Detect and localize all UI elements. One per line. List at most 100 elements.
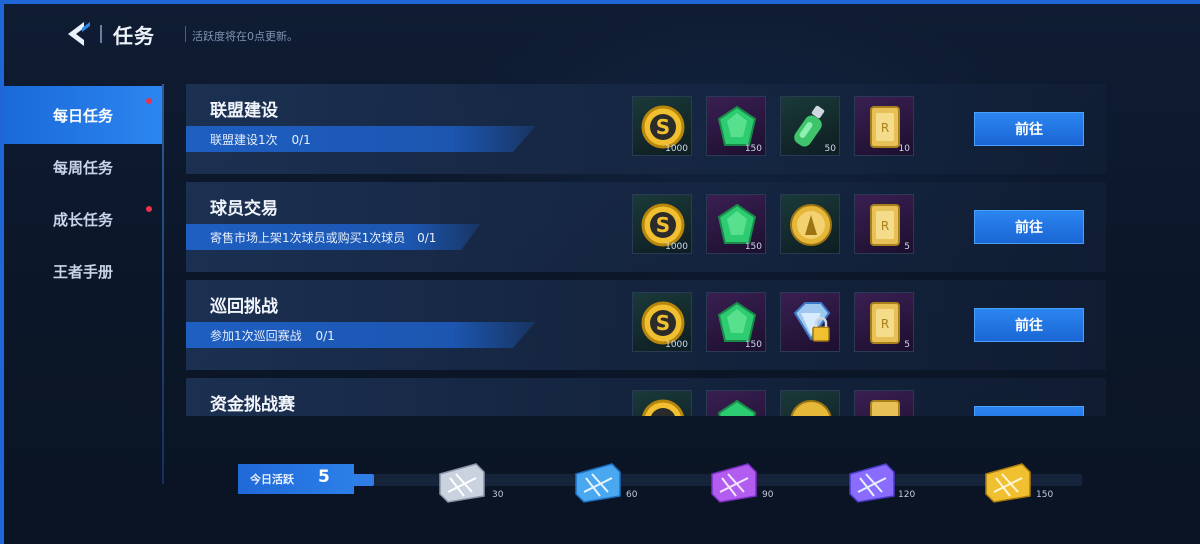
activity-chest[interactable]: [572, 458, 624, 504]
svg-text:S: S: [656, 115, 670, 139]
task-name: 资金挑战赛: [210, 395, 295, 415]
activity-chest[interactable]: [708, 458, 760, 504]
gold-card-icon: R: [870, 204, 900, 246]
task-row: 巡回挑战 参加1次巡回赛战 0/1 S 1000 150 R 5 前往: [186, 280, 1106, 370]
reward-item[interactable]: 150: [706, 292, 766, 352]
go-button[interactable]: [974, 406, 1084, 416]
task-progress: 0/1: [291, 133, 311, 147]
svg-text:S: S: [656, 213, 670, 237]
reward-item[interactable]: R 5: [854, 292, 914, 352]
chest-threshold: 150: [1036, 490, 1054, 500]
reward-list: [632, 390, 914, 416]
task-list[interactable]: 联盟建设 联盟建设1次 0/1 S 1000 150 50 R 10 前往 球员…: [186, 84, 1106, 416]
today-activity-value: 5: [318, 467, 330, 487]
task-name: 巡回挑战: [210, 297, 278, 317]
reward-item[interactable]: [632, 390, 692, 416]
header-separator: [100, 25, 102, 43]
reward-qty: 5: [904, 340, 910, 350]
activity-fill: [352, 474, 374, 486]
reward-item[interactable]: 50: [780, 96, 840, 156]
reward-item[interactable]: [854, 390, 914, 416]
task-desc: 联盟建设1次 0/1: [210, 131, 311, 148]
reward-item[interactable]: 150: [706, 96, 766, 156]
task-desc-text: 参加1次巡回赛战: [210, 329, 302, 343]
sidebar-divider: [162, 84, 164, 484]
reward-list: S 1000 150 R 5: [632, 292, 914, 354]
chest-icon: [711, 463, 757, 503]
reward-item[interactable]: R 10: [854, 96, 914, 156]
reward-item[interactable]: 150: [706, 194, 766, 254]
reward-list: S 1000 150 R 5: [632, 194, 914, 256]
reward-item[interactable]: S 1000: [632, 292, 692, 352]
activity-chest[interactable]: [846, 458, 898, 504]
back-button[interactable]: [62, 20, 92, 48]
gold-coin-icon: [642, 399, 684, 416]
reward-qty: 150: [744, 242, 762, 252]
page-title: 任务: [113, 24, 155, 48]
green-gem-icon: [717, 399, 757, 416]
reward-item[interactable]: R 5: [854, 194, 914, 254]
chest-icon: [575, 463, 621, 503]
sidebar-item-weekly-tasks[interactable]: 每周任务: [4, 138, 162, 196]
activity-chest[interactable]: [982, 458, 1034, 504]
reward-item[interactable]: S 1000: [632, 194, 692, 254]
sidebar-item-daily-tasks[interactable]: 每日任务: [4, 86, 162, 144]
task-desc: 寄售市场上架1次球员或购买1次球员 0/1: [210, 229, 436, 246]
reward-qty: 150: [744, 144, 762, 154]
gold-medal-icon: [790, 400, 832, 416]
reward-qty: 1000: [665, 340, 688, 350]
reward-list: S 1000 150 50 R 10: [632, 96, 914, 158]
sidebar-item-label: 成长任务: [52, 210, 113, 229]
task-progress: 0/1: [315, 329, 335, 343]
notification-dot: [146, 98, 152, 104]
go-button[interactable]: 前往: [974, 112, 1084, 146]
svg-text:R: R: [881, 219, 889, 233]
chest-threshold: 60: [626, 490, 638, 500]
gold-card-icon: [870, 400, 900, 416]
reward-qty: 10: [898, 144, 910, 154]
chest-threshold: 30: [492, 490, 504, 500]
header: 任务 活跃度将在0点更新。: [0, 0, 1200, 70]
task-desc-text: 联盟建设1次: [210, 133, 278, 147]
reward-qty: 50: [824, 144, 836, 154]
gold-card-icon: R: [870, 302, 900, 344]
sidebar-item-label: 每日任务: [52, 106, 113, 125]
go-button[interactable]: 前往: [974, 308, 1084, 342]
reward-item[interactable]: [780, 194, 840, 254]
task-row: 球员交易 寄售市场上架1次球员或购买1次球员 0/1 S 1000 150 R …: [186, 182, 1106, 272]
task-name: 联盟建设: [210, 101, 278, 121]
back-arrow-icon: [68, 22, 90, 46]
task-row: 联盟建设 联盟建设1次 0/1 S 1000 150 50 R 10 前往: [186, 84, 1106, 174]
notification-dot: [146, 206, 152, 212]
reward-item[interactable]: [706, 390, 766, 416]
task-desc-text: 寄售市场上架1次球员或购买1次球员: [210, 231, 406, 245]
chest-threshold: 90: [762, 490, 774, 500]
reward-qty: 150: [744, 340, 762, 350]
sidebar-item-growth-tasks[interactable]: 成长任务: [4, 190, 162, 248]
task-name: 球员交易: [210, 199, 278, 219]
task-row: 资金挑战赛: [186, 378, 1106, 416]
header-separator: [185, 26, 186, 42]
activity-chest[interactable]: [436, 458, 488, 504]
svg-text:S: S: [656, 311, 670, 335]
chest-icon: [439, 463, 485, 503]
svg-text:R: R: [881, 317, 889, 331]
reward-item[interactable]: [780, 292, 840, 352]
sidebar-item-label: 王者手册: [52, 262, 113, 281]
task-progress: 0/1: [417, 231, 437, 245]
reward-qty: 5: [904, 242, 910, 252]
chest-icon: [985, 463, 1031, 503]
go-button[interactable]: 前往: [974, 210, 1084, 244]
activity-progress: 今日活跃 5 30 60 90 120 150: [232, 444, 1104, 520]
refresh-note: 活跃度将在0点更新。: [192, 30, 298, 43]
sidebar: 每日任务 每周任务 成长任务 王者手册: [4, 84, 164, 544]
reward-item[interactable]: [780, 390, 840, 416]
reward-qty: 1000: [665, 242, 688, 252]
svg-text:R: R: [881, 121, 889, 135]
sidebar-item-king-handbook[interactable]: 王者手册: [4, 242, 162, 300]
chest-threshold: 120: [898, 490, 916, 500]
sidebar-item-label: 每周任务: [52, 158, 113, 177]
reward-item[interactable]: S 1000: [632, 96, 692, 156]
today-activity-label: 今日活跃: [250, 473, 294, 486]
task-desc: 参加1次巡回赛战 0/1: [210, 327, 335, 344]
